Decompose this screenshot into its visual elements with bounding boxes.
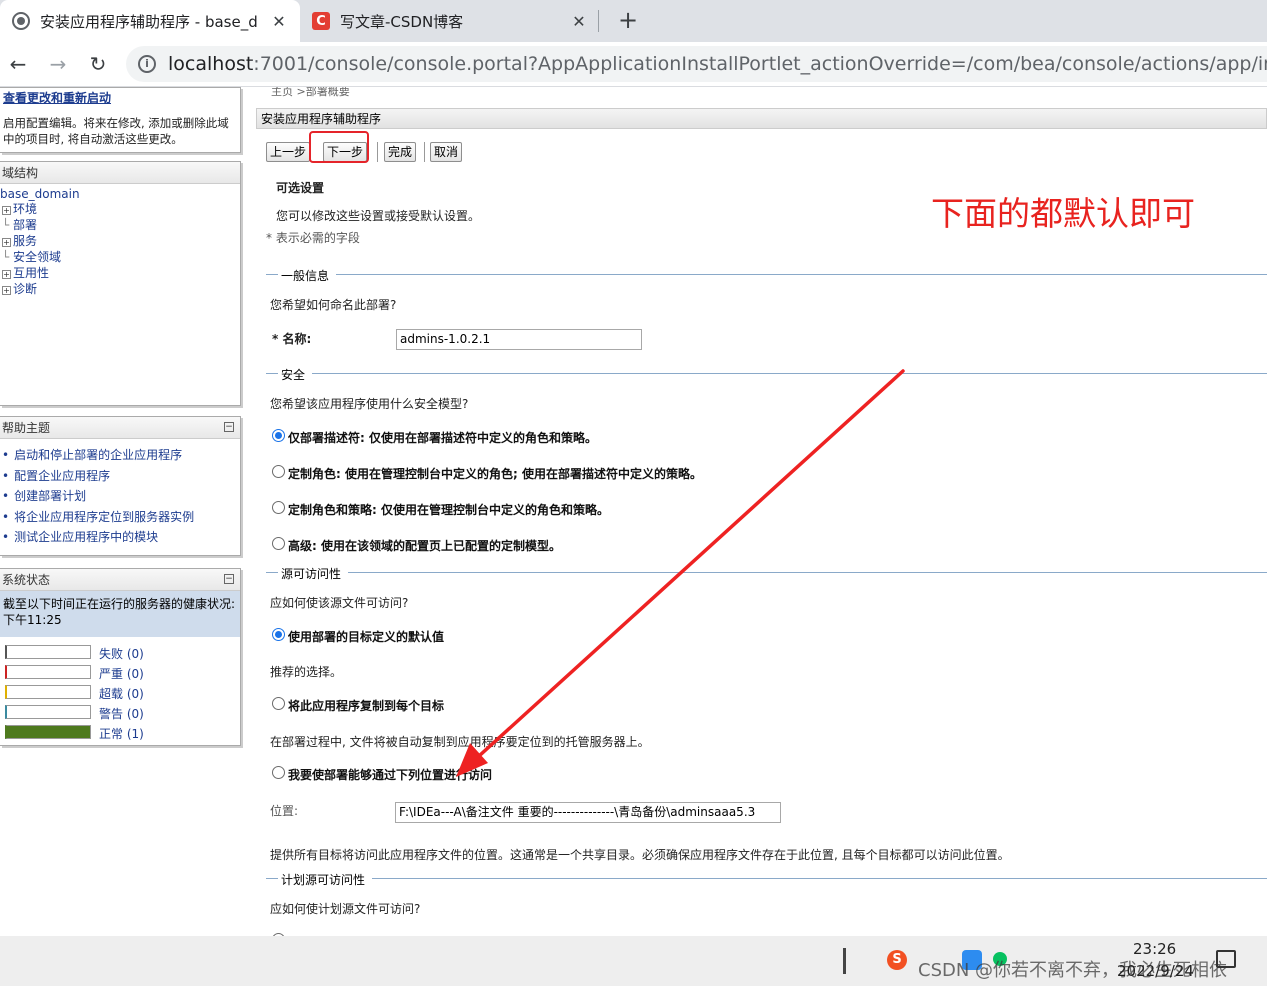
expand-icon[interactable]: + (2, 286, 11, 295)
address-bar[interactable]: i localhost:7001/console/console.portal?… (126, 46, 1267, 82)
domain-tree: + 环境 └ 部署 + 服务 └ 安全领域 + 互用性 + 诊断 (0, 201, 240, 297)
main-content: 主页 >部署概要 安装应用程序辅助程序 上一步 下一步 完成 取消 可选设置 下… (256, 87, 1267, 936)
globe-icon (12, 12, 30, 30)
arrow-shaft (466, 369, 905, 768)
status-row-failed: 失败 (0) (5, 645, 235, 661)
change-center-text: 启用配置编辑。将来在修改, 添加或删除此域中的项目时, 将自动激活这些更改。 (3, 116, 229, 146)
help-link[interactable]: 测试企业应用程序中的模块 (2, 527, 240, 548)
tree-item-security-realms[interactable]: └ 安全领域 (0, 249, 240, 265)
collapse-icon[interactable]: − (224, 574, 234, 584)
browser-toolbar: ← → ↻ i localhost:7001/console/console.p… (0, 42, 1267, 87)
browser-tab-bar: 安装应用程序辅助程序 - base_d ✕ C 写文章-CSDN博客 ✕ + (0, 0, 1267, 42)
tree-item-diagnostics[interactable]: + 诊断 (0, 281, 240, 297)
system-status-header: 系统状态 − (0, 569, 240, 591)
health-link[interactable]: 超载 (0) (99, 685, 144, 702)
reload-icon[interactable]: ↻ (84, 50, 112, 78)
browser-tab-csdn[interactable]: C 写文章-CSDN博客 ✕ (300, 0, 600, 42)
arrow-head (456, 743, 488, 777)
health-bar (5, 665, 91, 679)
health-description: 截至以下时间正在运行的服务器的健康状况: 下午11:25 (0, 591, 240, 637)
annotation-arrow (456, 369, 905, 777)
tree-line-icon: └ (2, 218, 10, 232)
health-link[interactable]: 严重 (0) (99, 665, 144, 682)
info-icon[interactable]: i (138, 55, 156, 73)
expand-icon[interactable]: + (2, 238, 11, 247)
health-bar (5, 705, 91, 719)
tree-item-services[interactable]: + 服务 (0, 233, 240, 249)
expand-icon[interactable]: + (2, 270, 11, 279)
health-link[interactable]: 警告 (0) (99, 705, 144, 722)
forward-arrow-icon[interactable]: → (44, 50, 72, 78)
collapse-icon[interactable]: − (224, 422, 234, 432)
help-link[interactable]: 配置企业应用程序 (2, 466, 240, 487)
view-changes-link[interactable]: 查看更改和重新启动 (0, 88, 240, 107)
close-tab-icon[interactable]: ✕ (270, 12, 288, 31)
help-link[interactable]: 将企业应用程序定位到服务器实例 (2, 507, 240, 528)
tab-title: 安装应用程序辅助程序 - base_d (40, 12, 258, 31)
system-status-panel: 系统状态 − 截至以下时间正在运行的服务器的健康状况: 下午11:25 失败 (0… (0, 568, 241, 746)
help-link[interactable]: 创建部署计划 (2, 486, 240, 507)
status-row-warning: 警告 (0) (5, 705, 235, 721)
sogou-input-icon[interactable]: S (887, 950, 907, 970)
domain-structure-panel: 域结构 base_domain + 环境 └ 部署 + 服务 └ 安全领域 + 互用性 +… (0, 161, 241, 406)
new-tab-button[interactable]: + (612, 4, 644, 36)
status-row-overloaded: 超载 (0) (5, 685, 235, 701)
taskbar-divider (843, 948, 846, 974)
close-tab-icon[interactable]: ✕ (570, 12, 588, 31)
browser-tab-install-assistant[interactable]: 安装应用程序辅助程序 - base_d ✕ (0, 0, 300, 42)
clock-date[interactable]: 2022/9/24 (1117, 962, 1194, 980)
change-center-panel: 查看更改和重新启动 启用配置编辑。将来在修改, 添加或删除此域中的项目时, 将自… (0, 87, 241, 153)
health-bar (5, 685, 91, 699)
health-bar (5, 725, 91, 739)
health-link[interactable]: 正常 (1) (99, 725, 144, 742)
help-topics-header: 帮助主题 − (0, 417, 240, 439)
status-row-critical: 严重 (0) (5, 665, 235, 681)
health-link[interactable]: 失败 (0) (99, 645, 144, 662)
domain-root-link[interactable]: base_domain (0, 184, 240, 201)
tree-line-icon: └ (2, 250, 10, 264)
url-text: localhost:7001/console/console.portal?Ap… (168, 53, 1267, 75)
tab-divider (598, 10, 599, 32)
back-arrow-icon[interactable]: ← (4, 50, 32, 78)
tree-item-interoperability[interactable]: + 互用性 (0, 265, 240, 281)
clock-time[interactable]: 23:26 (1133, 940, 1176, 958)
help-topics-panel: 帮助主题− 启动和停止部署的企业应用程序 配置企业应用程序 创建部署计划 将企业… (0, 416, 241, 556)
status-row-ok: 正常 (1) (5, 725, 235, 741)
help-link[interactable]: 启动和停止部署的企业应用程序 (2, 445, 240, 466)
domain-structure-header: 域结构 (0, 162, 240, 184)
left-sidebar: 查看更改和重新启动 启用配置编辑。将来在修改, 添加或删除此域中的项目时, 将自… (0, 87, 244, 936)
health-bar (5, 645, 91, 659)
csdn-logo-icon: C (312, 12, 330, 30)
tab-title: 写文章-CSDN博客 (340, 12, 464, 31)
expand-icon[interactable]: + (2, 206, 11, 215)
tree-item-environment[interactable]: + 环境 (0, 201, 240, 217)
windows-taskbar: S CSDN @你若不离不弃，我必生死相依 23:26 2022/9/24 (0, 936, 1267, 986)
tree-item-deployments[interactable]: └ 部署 (0, 217, 240, 233)
notification-center-icon[interactable] (1216, 950, 1236, 968)
help-topics-list: 启动和停止部署的企业应用程序 配置企业应用程序 创建部署计划 将企业应用程序定位… (0, 445, 240, 548)
